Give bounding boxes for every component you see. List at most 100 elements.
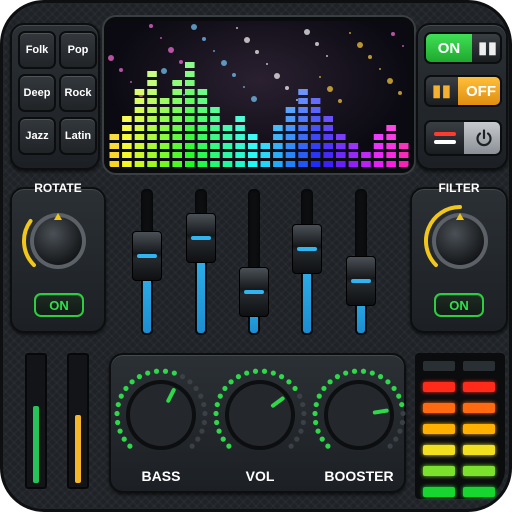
knob-dot (244, 370, 250, 376)
led-cell (423, 466, 455, 476)
spectrum-cell (260, 143, 271, 149)
spectrum-cell (273, 134, 283, 140)
preset-rock-button[interactable]: Rock (59, 74, 97, 112)
spectrum-cell (134, 107, 145, 113)
preset-pop-button[interactable]: Pop (59, 31, 97, 69)
spectrum-cell (298, 98, 308, 104)
knob-dot (313, 401, 319, 408)
spectrum-cell (210, 107, 220, 113)
preset-deep-button[interactable]: Deep (18, 74, 56, 112)
knob-dot (286, 379, 292, 385)
equalizer-app: Folk Pop Deep Rock Jazz Latin ON ▮▮ ▮▮ O… (0, 0, 512, 512)
led-cell (423, 424, 455, 434)
knob-dot (325, 443, 331, 449)
off-switch[interactable]: ▮▮ OFF (424, 75, 502, 107)
knob-dot (261, 368, 268, 374)
knob-dot (396, 393, 402, 399)
spectrum-cell (147, 134, 157, 140)
spectrum-cell (134, 125, 145, 131)
eq-fader-handle[interactable] (239, 267, 269, 318)
spectrum-cell (134, 134, 145, 140)
eq-fader-handle[interactable] (186, 213, 216, 264)
spectrum-cell (185, 161, 195, 167)
spectrum-cell (323, 161, 333, 167)
spectrum-cell (159, 143, 170, 149)
knob-dot (369, 370, 375, 376)
knob-dot (313, 419, 319, 426)
spectrum-cell (361, 152, 371, 158)
spectrum-cell (348, 152, 359, 158)
spectrum-cell (310, 107, 321, 113)
on-switch[interactable]: ON ▮▮ (424, 32, 502, 64)
eq-fader-handle[interactable] (132, 230, 162, 281)
knob-dot (214, 419, 220, 426)
spectrum-cell (134, 116, 145, 122)
power-switch[interactable] (424, 120, 502, 156)
spectrum-cell (134, 152, 145, 158)
filter-label: FILTER (438, 181, 480, 195)
knob-dot (136, 374, 143, 380)
spectrum-cell (185, 143, 195, 149)
knob-dot (397, 428, 403, 434)
eq-fader-handle[interactable] (346, 256, 376, 307)
led-cell (423, 403, 455, 413)
sparkle (108, 24, 109, 26)
spectrum-cell (361, 161, 371, 167)
spectrum-visualizer (104, 17, 414, 173)
spectrum-cell (197, 134, 208, 140)
filter-knob[interactable] (420, 201, 500, 281)
preset-folk-button[interactable]: Folk (18, 31, 56, 69)
spectrum-cell (348, 161, 359, 167)
sparkle (213, 50, 215, 52)
knob-booster[interactable] (311, 367, 407, 463)
knob-vol[interactable] (212, 367, 308, 463)
filter-panel: FILTER ON (410, 181, 508, 333)
spectrum-cell (185, 71, 195, 77)
level-meter-right (67, 353, 89, 489)
preset-latin-button[interactable]: Latin (59, 117, 97, 155)
spectrum-cell (210, 143, 220, 149)
spectrum-cell (323, 116, 333, 122)
spectrum-cell (185, 62, 195, 68)
rotate-on-button[interactable]: ON (34, 293, 84, 317)
sparkle (255, 50, 259, 54)
led-cell (423, 445, 455, 455)
spectrum-cell (109, 161, 120, 167)
knob-dot (202, 410, 208, 417)
spectrum-cell (310, 98, 321, 104)
knob-dot (300, 401, 306, 408)
spectrum-cell (210, 116, 220, 122)
knob-dot (127, 443, 133, 449)
knob-dot (189, 443, 195, 449)
eq-fader-handle[interactable] (292, 224, 322, 275)
spectrum-cell (336, 161, 346, 167)
preset-jazz-button[interactable]: Jazz (18, 117, 56, 155)
led-cell (463, 403, 495, 413)
level-meter-right-fill (75, 414, 81, 483)
spectrum-cell (172, 80, 182, 86)
sparkle (327, 86, 333, 92)
spectrum-cell (222, 143, 233, 149)
filter-on-button[interactable]: ON (434, 293, 484, 317)
spectrum-cell (285, 125, 296, 131)
knob-dot (298, 428, 304, 434)
knob-dot (226, 443, 232, 449)
knob-dot (235, 374, 242, 380)
spectrum-cell (235, 125, 245, 131)
spectrum-cell (172, 89, 182, 95)
off-switch-grip-icon: ▮▮ (426, 77, 458, 105)
spectrum-cell (285, 143, 296, 149)
spectrum-cell (197, 107, 208, 113)
off-switch-label: OFF (458, 77, 500, 105)
led-meter (415, 353, 505, 499)
sparkle (391, 32, 395, 36)
knob-bass[interactable] (113, 367, 209, 463)
knob-dot (216, 428, 222, 434)
led-cell (423, 487, 455, 497)
knob-dot (312, 410, 318, 417)
spectrum-cell (197, 125, 208, 131)
rotate-knob[interactable] (18, 201, 98, 281)
spectrum-cell (185, 134, 195, 140)
spectrum-cell (386, 143, 396, 149)
on-switch-grip-icon: ▮▮ (472, 34, 500, 62)
